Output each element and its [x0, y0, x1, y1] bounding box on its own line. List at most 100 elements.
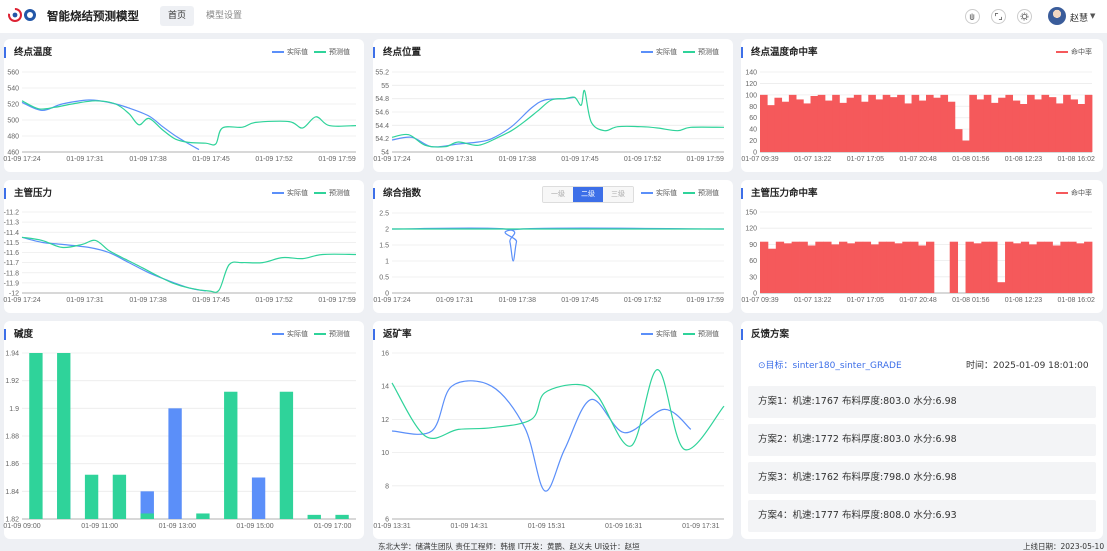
hit-rate-bar	[775, 241, 785, 293]
y-tick-label: 60	[749, 258, 757, 265]
x-tick-label: 01-09 17:38	[499, 297, 536, 304]
hit-rate-bar	[1060, 241, 1069, 293]
y-tick-label: -11.5	[4, 240, 20, 247]
y-tick-label: 16	[381, 351, 389, 358]
x-tick-label: 01-07 20:48	[899, 156, 936, 163]
hit-rate-bar	[823, 241, 832, 293]
hit-rate-bar	[1077, 104, 1086, 152]
hit-rate-bar	[1005, 241, 1014, 293]
hit-rate-bar	[1063, 94, 1071, 152]
x-tick-label: 01-08 12:23	[1005, 156, 1042, 163]
y-tick-label: 100	[745, 92, 757, 99]
x-tick-label: 01-09 11:00	[81, 523, 118, 530]
y-tick-label: 1.86	[5, 461, 19, 468]
y-tick-label: 1	[385, 259, 389, 266]
y-tick-label: 54.8	[375, 96, 389, 103]
hit-rate-bar	[897, 94, 905, 152]
x-tick-label: 01-07 09:39	[741, 297, 778, 304]
y-tick-label: 1.92	[5, 378, 19, 385]
hit-rate-bar	[781, 101, 790, 152]
x-tick-label: 01-09 17:59	[318, 156, 355, 163]
bar-actual	[251, 477, 266, 519]
hit-rate-bar	[882, 94, 891, 152]
y-tick-label: -11.7	[4, 260, 20, 267]
series-line-actual	[21, 99, 200, 151]
y-tick-label: 540	[7, 86, 19, 93]
x-tick-label: 01-09 17:31	[682, 523, 719, 530]
hit-rate-bar	[1048, 97, 1057, 152]
plan-item[interactable]: 方案1：机速:1767 布料厚度:803.0 水分:6.98	[748, 386, 1096, 418]
series-line-actual	[391, 96, 575, 148]
hit-rate-bar	[807, 245, 816, 293]
y-tick-label: 2.5	[379, 211, 389, 218]
x-tick-label: 01-09 17:24	[373, 156, 410, 163]
x-tick-label: 01-09 17:45	[561, 156, 598, 163]
y-tick-label: 12	[381, 417, 389, 424]
hit-rate-bar	[839, 241, 848, 293]
y-tick-label: 60	[749, 115, 757, 122]
bar-predicted	[140, 513, 154, 519]
hit-rate-bar	[1068, 241, 1077, 293]
y-tick-label: 1.88	[5, 434, 19, 441]
hit-rate-bar	[1070, 99, 1078, 152]
y-tick-label: 54.4	[375, 123, 389, 130]
x-tick-label: 01-09 14:31	[451, 523, 488, 530]
y-tick-label: 520	[7, 102, 19, 109]
hit-rate-bar	[973, 243, 982, 293]
hit-rate-bar	[1020, 241, 1030, 293]
bar-predicted	[307, 514, 321, 519]
hit-rate-bar	[791, 241, 800, 293]
hit-rate-bar	[1005, 94, 1014, 152]
y-tick-label: 40	[749, 127, 757, 134]
y-tick-label: 54.6	[375, 110, 389, 117]
y-tick-label: 1.9	[9, 406, 19, 413]
x-tick-label: 01-09 17:31	[436, 156, 473, 163]
hit-rate-bar	[1084, 241, 1093, 293]
hit-rate-bar	[875, 99, 884, 152]
hit-rate-bar	[1041, 94, 1050, 152]
y-tick-label: -11.3	[4, 220, 20, 227]
footer-launch-date: 上线日期：2023-05-10	[1023, 542, 1105, 551]
x-tick-label: 01-09 17:52	[255, 297, 292, 304]
bar-actual	[168, 408, 182, 519]
x-tick-label: 01-09 17:45	[561, 297, 598, 304]
y-tick-label: 20	[749, 138, 757, 145]
x-tick-label: 01-09 17:45	[192, 156, 229, 163]
x-tick-label: 01-09 17:59	[687, 156, 724, 163]
hit-rate-bar	[1027, 94, 1035, 152]
plan-item[interactable]: 方案4：机速:1777 布料厚度:808.0 水分:6.93	[748, 500, 1096, 532]
hit-rate-bar	[889, 97, 898, 152]
hit-rate-bar	[853, 94, 862, 152]
bar-predicted	[279, 391, 294, 519]
hit-rate-bar	[788, 94, 797, 152]
hit-rate-bar	[989, 241, 998, 293]
y-tick-label: -11.4	[4, 230, 20, 237]
y-tick-label: 120	[745, 81, 757, 88]
x-tick-label: 01-07 13:22	[794, 156, 831, 163]
x-tick-label: 01-09 17:24	[3, 156, 40, 163]
hit-rate-bar	[947, 101, 956, 152]
plan-item[interactable]: 方案2：机速:1772 布料厚度:803.0 水分:6.98	[748, 424, 1096, 456]
y-tick-label: 120	[745, 226, 757, 233]
y-tick-label: 1.94	[5, 351, 19, 358]
hit-rate-bar	[969, 94, 977, 152]
y-tick-label: 140	[745, 70, 757, 77]
plan-item[interactable]: 方案3：机速:1762 布料厚度:798.0 水分:6.98	[748, 462, 1096, 494]
hit-rate-bar	[1044, 241, 1053, 293]
x-tick-label: 01-07 17:05	[847, 156, 884, 163]
hit-rate-bar	[774, 97, 783, 152]
hit-rate-bar	[918, 245, 927, 293]
y-tick-label: 80	[749, 104, 757, 111]
hit-rate-bar	[854, 241, 864, 293]
y-tick-label: 54.2	[375, 136, 389, 143]
hit-rate-bar	[886, 241, 895, 293]
hit-rate-bar	[846, 243, 856, 293]
x-tick-label: 01-09 17:24	[3, 297, 40, 304]
hit-rate-bar	[767, 105, 775, 152]
x-tick-label: 01-09 17:52	[255, 156, 292, 163]
hit-rate-bar	[1019, 104, 1028, 152]
y-tick-label: 150	[745, 210, 757, 217]
hit-rate-bar	[933, 97, 941, 152]
feedback-target-link[interactable]: ⊙目标：sinter180_sinter_GRADE	[758, 358, 902, 371]
bar-predicted	[84, 474, 99, 519]
